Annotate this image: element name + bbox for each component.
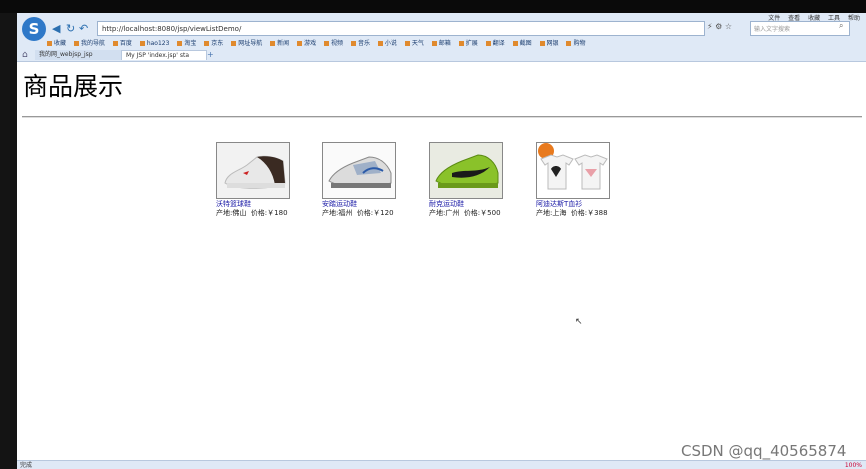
page-content: 商品展示 沃特篮球鞋 产地:佛山 价格:￥180 安踏运动鞋 产地:福州 价格:… xyxy=(17,62,866,460)
tab-first[interactable]: 我的网_webjsp_jsp xyxy=(35,50,131,60)
undo-icon[interactable]: ↶ xyxy=(79,22,88,35)
new-tab-icon[interactable]: + xyxy=(207,50,214,59)
bookmark-item[interactable]: 视频 xyxy=(324,40,343,47)
product-price: 价格:￥500 xyxy=(463,209,501,217)
product-name-link[interactable]: 耐克运动鞋 xyxy=(429,200,539,209)
address-bar[interactable]: http://localhost:8080/jsp/viewListDemo/ xyxy=(97,21,705,36)
product-image-tshirts[interactable] xyxy=(536,142,610,199)
bookmark-item[interactable]: 淘宝 xyxy=(177,40,196,47)
menu-bar: 文件 查看 收藏 工具 帮助 xyxy=(762,13,860,22)
menu-help[interactable]: 帮助 xyxy=(848,15,860,22)
bookmark-item[interactable]: 购物 xyxy=(566,40,585,47)
refresh-icon[interactable]: ↻ xyxy=(66,22,75,35)
bookmark-item[interactable]: 天气 xyxy=(404,40,424,47)
product-card: 沃特篮球鞋 产地:佛山 价格:￥180 xyxy=(216,142,326,218)
screen-top-strip xyxy=(0,0,866,13)
watermark: CSDN @qq_40565874 xyxy=(681,442,847,460)
product-name-link[interactable]: 沃特篮球鞋 xyxy=(216,200,326,209)
product-image-green-sneaker[interactable] xyxy=(429,142,503,199)
bookmarks-bar: 收藏 我的导航 百度 hao123 淘宝 京东 网址导航 新闻 游戏 视频 音乐… xyxy=(47,38,862,49)
bookmark-item[interactable]: hao123 xyxy=(139,40,169,47)
bookmark-item[interactable]: 邮箱 xyxy=(431,40,451,47)
bookmark-item[interactable]: 音乐 xyxy=(350,40,370,47)
back-icon[interactable]: ◀ xyxy=(52,22,60,35)
product-name-link[interactable]: 阿迪达斯T血衫 xyxy=(536,200,646,209)
product-card: 耐克运动鞋 产地:广州 价格:￥500 xyxy=(429,142,539,218)
product-card: 阿迪达斯T血衫 产地:上海 价格:￥388 xyxy=(536,142,646,218)
search-input[interactable]: 输入文字搜索 xyxy=(750,21,850,36)
search-icon[interactable]: ⌕ xyxy=(839,21,843,31)
product-info: 产地:福州 价格:￥120 xyxy=(322,209,432,218)
tab-strip: 我的网_webjsp_jsp My JSP 'index.jsp' sta + xyxy=(17,50,866,61)
browser-logo-icon[interactable]: S xyxy=(22,17,46,41)
menu-favorites[interactable]: 收藏 xyxy=(808,15,820,22)
product-price: 价格:￥120 xyxy=(356,209,394,217)
menu-tools[interactable]: 工具 xyxy=(828,15,840,22)
bookmark-item[interactable]: 截图 xyxy=(512,40,532,47)
zoom-level[interactable]: 100% xyxy=(845,461,862,469)
product-image-running-shoe[interactable] xyxy=(322,142,396,199)
status-text: 完成 xyxy=(20,462,33,469)
address-tools-icon[interactable]: ⚡ ⚙ ☆ xyxy=(707,22,732,31)
horizontal-rule xyxy=(22,116,862,118)
screen-left-strip xyxy=(0,13,17,469)
mouse-cursor-icon: ↖ xyxy=(575,317,583,327)
bookmark-item[interactable]: 新闻 xyxy=(270,40,289,47)
bookmark-item[interactable]: 翻译 xyxy=(485,40,505,47)
product-origin: 产地:上海 xyxy=(536,209,567,217)
bookmark-item[interactable]: 百度 xyxy=(112,40,132,47)
browser-toolbar: S ◀ ↻ ↶ http://localhost:8080/jsp/viewLi… xyxy=(17,13,866,62)
product-info: 产地:上海 价格:￥388 xyxy=(536,209,646,218)
product-origin: 产地:佛山 xyxy=(216,209,247,217)
bookmark-item[interactable]: 我的导航 xyxy=(73,40,105,47)
bookmark-item[interactable]: 网银 xyxy=(539,40,559,47)
product-name-link[interactable]: 安踏运动鞋 xyxy=(322,200,432,209)
bookmark-item[interactable]: 收藏 xyxy=(47,40,66,47)
browser-window: S ◀ ↻ ↶ http://localhost:8080/jsp/viewLi… xyxy=(17,13,866,469)
product-price: 价格:￥388 xyxy=(570,209,608,217)
product-card: 安踏运动鞋 产地:福州 价格:￥120 xyxy=(322,142,432,218)
status-bar: 完成 100% xyxy=(17,460,866,469)
bookmark-item[interactable]: 网址导航 xyxy=(231,40,262,47)
bookmark-item[interactable]: 京东 xyxy=(204,40,223,47)
product-origin: 产地:广州 xyxy=(429,209,460,217)
product-origin: 产地:福州 xyxy=(322,209,353,217)
bookmark-item[interactable]: 扩展 xyxy=(458,40,478,47)
product-info: 产地:佛山 价格:￥180 xyxy=(216,209,326,218)
menu-file[interactable]: 文件 xyxy=(768,15,780,22)
bookmark-item[interactable]: 小说 xyxy=(377,40,397,47)
product-image-white-sneaker[interactable] xyxy=(216,142,290,199)
menu-view[interactable]: 查看 xyxy=(788,15,800,22)
tab-active[interactable]: My JSP 'index.jsp' sta xyxy=(121,50,207,60)
page-title: 商品展示 xyxy=(23,72,124,101)
product-info: 产地:广州 价格:￥500 xyxy=(429,209,539,218)
bookmark-item[interactable]: 游戏 xyxy=(297,40,316,47)
product-price: 价格:￥180 xyxy=(250,209,288,217)
